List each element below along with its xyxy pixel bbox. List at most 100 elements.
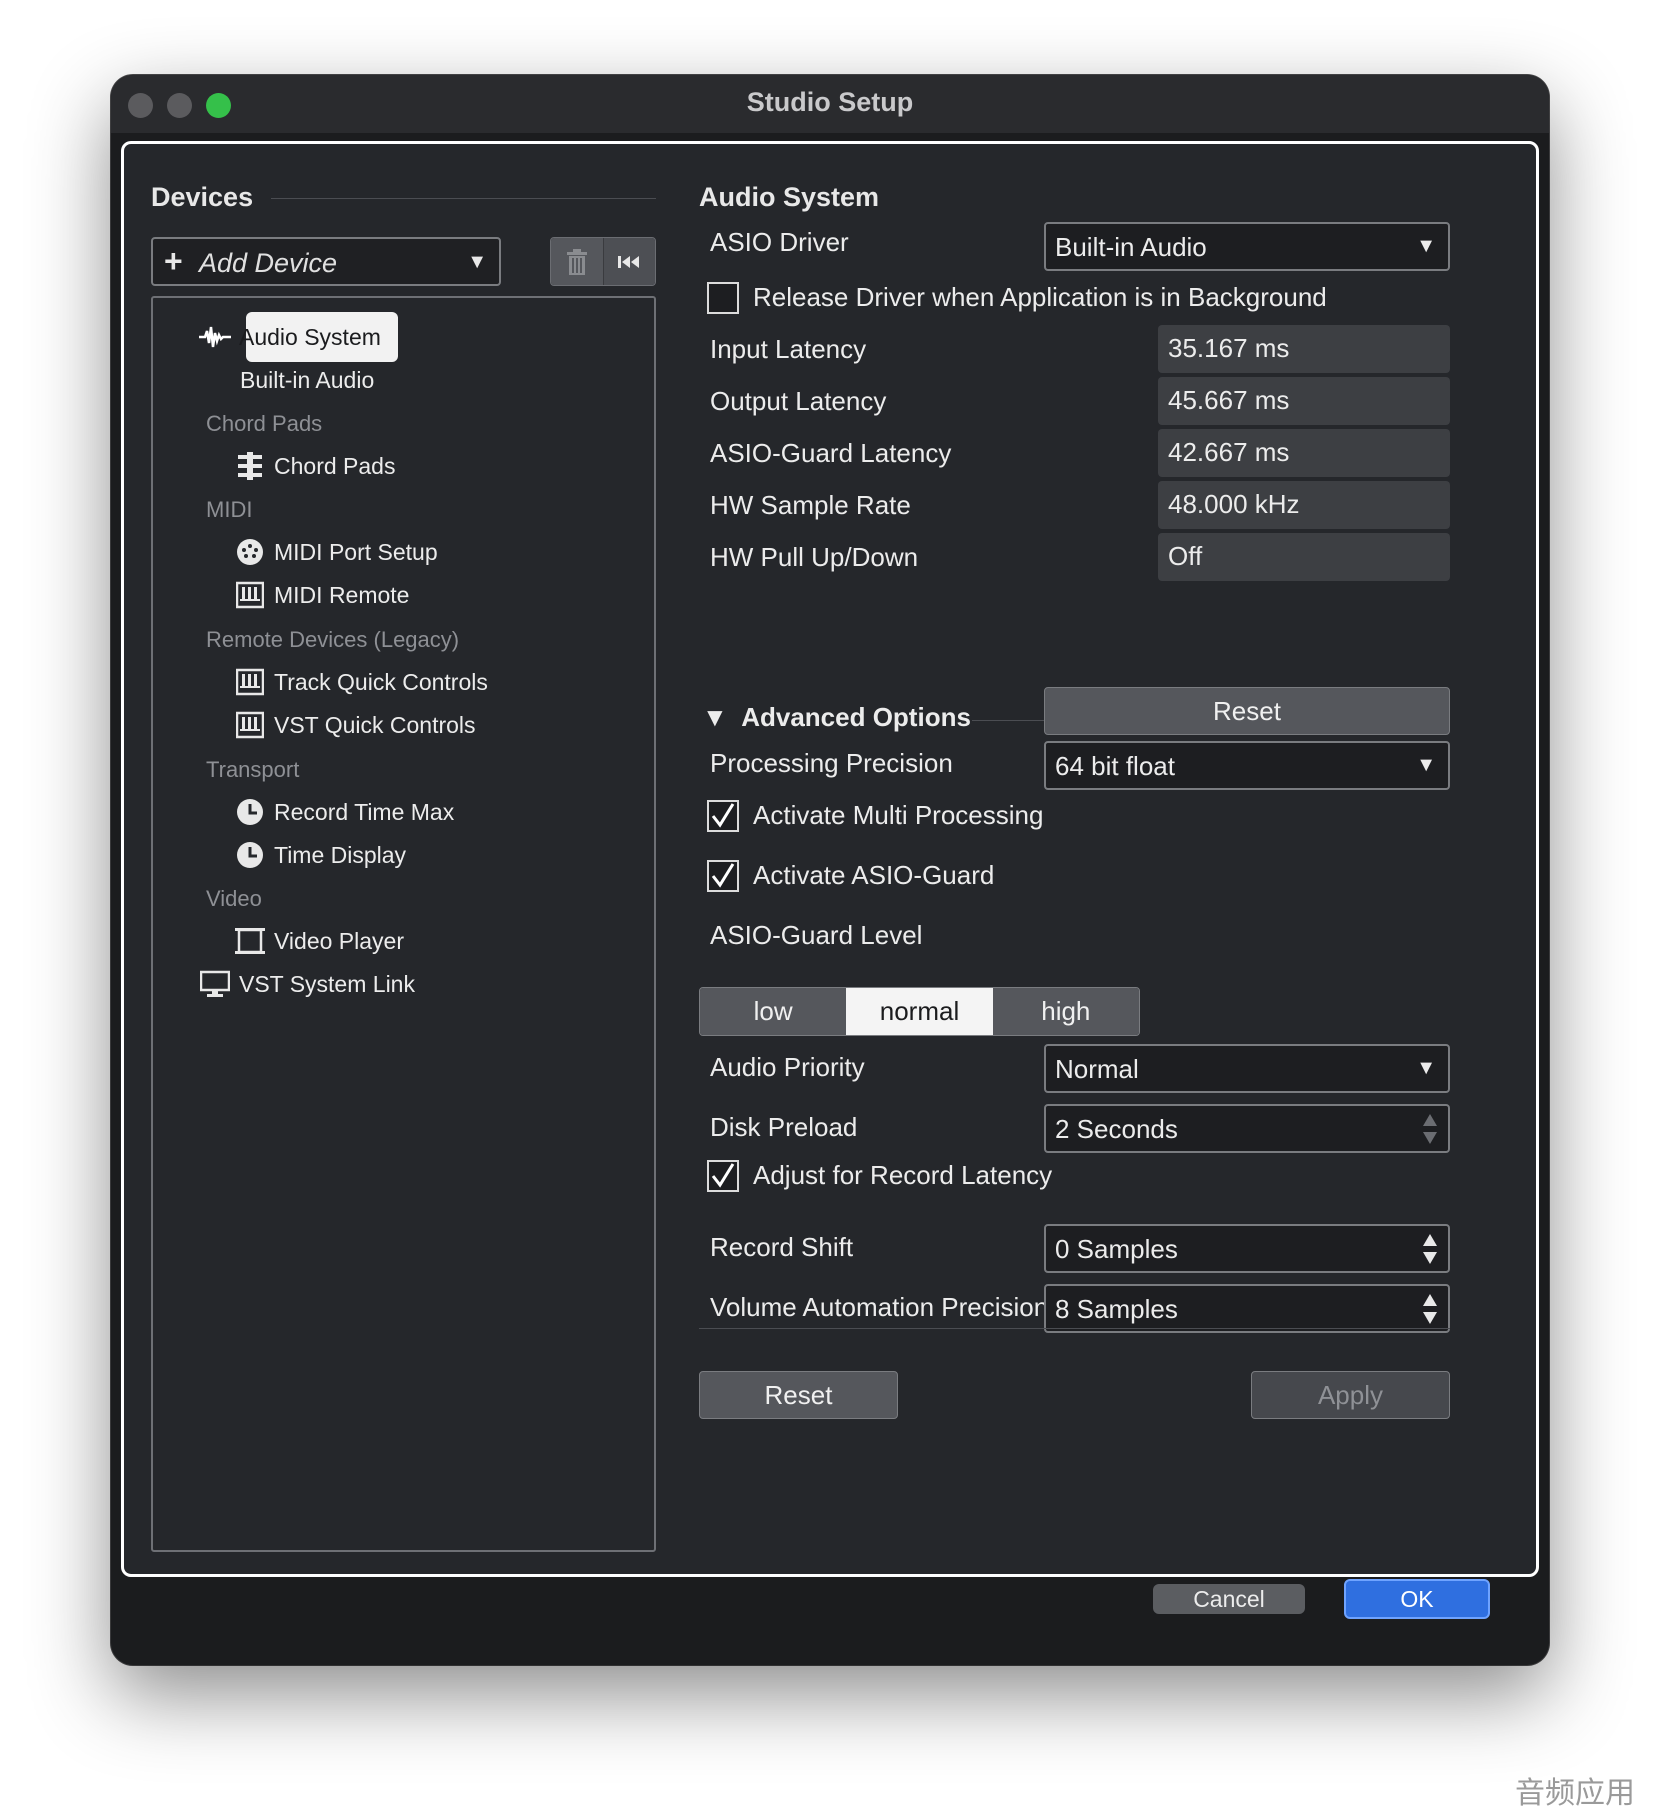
tree-group-remote-devices: Remote Devices (Legacy) — [206, 627, 460, 652]
device-tree: Audio System Built-in Audio Chord Pads C… — [151, 296, 656, 1552]
rewind-to-start-icon — [618, 255, 640, 268]
advanced-reset-button[interactable]: Reset — [1044, 687, 1450, 735]
window-title: Studio Setup — [746, 87, 914, 117]
clock-icon — [232, 838, 268, 872]
release-driver-checkbox[interactable] — [707, 282, 739, 314]
add-device-label: Add Device — [199, 248, 338, 278]
checkmark-icon — [711, 1163, 735, 1188]
processing-precision-dropdown[interactable]: 64 bit float ▼ — [1044, 741, 1450, 790]
asio-guard-label: Activate ASIO-Guard — [753, 860, 995, 890]
devices-divider — [271, 198, 656, 199]
reset-button[interactable]: Reset — [699, 1371, 898, 1419]
disk-preload-stepper[interactable]: 2 Seconds — [1044, 1104, 1450, 1153]
multi-processing-checkbox[interactable] — [707, 800, 739, 832]
asio-guard-level-normal[interactable]: normal — [846, 988, 993, 1035]
device-tool-buttons — [550, 237, 656, 286]
chevron-down-icon: ▼ — [1416, 754, 1436, 776]
tree-item-label: MIDI Remote — [274, 581, 410, 608]
hw-sample-rate-value: 48.000 kHz — [1158, 481, 1450, 529]
record-shift-stepper[interactable]: 0 Samples — [1044, 1224, 1450, 1273]
asio-guard-level-control: low normal high — [699, 987, 1140, 1036]
delete-device-button[interactable] — [551, 238, 603, 285]
audio-system-title: Audio System — [699, 182, 880, 212]
tree-item-track-quick-controls[interactable]: Track Quick Controls — [232, 662, 488, 702]
multi-processing-label: Activate Multi Processing — [753, 800, 1044, 830]
volume-automation-label: Volume Automation Precision — [710, 1292, 1049, 1322]
adjust-record-latency-checkbox[interactable] — [707, 1160, 739, 1192]
tree-item-record-time-max[interactable]: Record Time Max — [232, 792, 454, 832]
keyboard-icon — [232, 578, 268, 612]
tree-item-label: Track Quick Controls — [274, 668, 488, 695]
tree-group-transport: Transport — [206, 757, 300, 782]
watermark-text: 音频应用 — [1515, 1776, 1635, 1811]
add-device-dropdown[interactable]: + Add Device ▼ — [151, 237, 501, 286]
tree-item-label: Time Display — [274, 841, 407, 868]
reset-device-button[interactable] — [602, 238, 655, 285]
tree-group-video: Video — [206, 886, 262, 911]
output-latency-value: 45.667 ms — [1158, 377, 1450, 425]
audio-priority-value: Normal — [1055, 1054, 1139, 1084]
tree-item-label: Built-in Audio — [240, 366, 375, 393]
tree-item-label: Audio System — [239, 323, 381, 350]
hw-sample-rate-label: HW Sample Rate — [710, 490, 911, 520]
record-shift-value: 0 Samples — [1055, 1234, 1178, 1264]
disk-preload-value: 2 Seconds — [1055, 1114, 1178, 1144]
hw-pull-value: Off — [1158, 533, 1450, 581]
release-driver-label: Release Driver when Application is in Ba… — [753, 282, 1327, 312]
tree-item-time-display[interactable]: Time Display — [232, 835, 406, 875]
volume-automation-value: 8 Samples — [1055, 1294, 1178, 1324]
stepper-arrows-icon — [1423, 1234, 1437, 1264]
record-shift-label: Record Shift — [710, 1232, 854, 1262]
volume-automation-stepper[interactable]: 8 Samples — [1044, 1284, 1450, 1333]
keyboard-icon — [232, 665, 268, 699]
tree-item-label: Record Time Max — [274, 798, 455, 825]
tree-item-vst-system-link[interactable]: VST System Link — [197, 964, 415, 1004]
tree-group-chord-pads: Chord Pads — [206, 411, 323, 436]
stepper-arrows-icon — [1423, 1294, 1437, 1324]
disk-preload-label: Disk Preload — [710, 1112, 858, 1142]
asio-guard-level-high[interactable]: high — [992, 988, 1139, 1035]
audio-priority-label: Audio Priority — [710, 1052, 865, 1082]
tree-item-built-in-audio[interactable]: Built-in Audio — [240, 360, 374, 400]
studio-setup-window: Studio Setup Devices + Add Device ▼ Audi… — [111, 75, 1549, 1665]
asio-driver-label: ASIO Driver — [710, 227, 849, 257]
tree-item-video-player[interactable]: Video Player — [232, 921, 404, 961]
chevron-down-icon: ▼ — [467, 251, 487, 273]
processing-precision-label: Processing Precision — [710, 748, 953, 778]
tree-item-label: Video Player — [274, 927, 404, 954]
title-bar: Studio Setup — [111, 75, 1549, 133]
advanced-options-toggle[interactable]: ▼ Advanced Options — [702, 702, 971, 733]
film-frame-icon — [232, 924, 268, 958]
chevron-down-icon: ▼ — [1416, 1057, 1436, 1079]
bottom-divider — [699, 1328, 1450, 1329]
tree-item-audio-system[interactable]: Audio System — [197, 317, 381, 357]
tree-item-vst-quick-controls[interactable]: VST Quick Controls — [232, 705, 476, 745]
asio-guard-checkbox[interactable] — [707, 860, 739, 892]
monitor-icon — [197, 967, 233, 1001]
tree-item-midi-port-setup[interactable]: MIDI Port Setup — [232, 532, 438, 572]
tree-item-midi-remote[interactable]: MIDI Remote — [232, 575, 409, 615]
triangle-down-icon: ▼ — [702, 702, 728, 732]
asio-driver-value: Built-in Audio — [1055, 232, 1207, 262]
tree-item-label: VST System Link — [239, 970, 415, 997]
asio-guard-latency-value: 42.667 ms — [1158, 429, 1450, 477]
chord-pads-icon — [232, 449, 268, 483]
tree-item-label: Chord Pads — [274, 452, 396, 479]
tree-group-midi: MIDI — [206, 497, 253, 522]
asio-guard-level-low[interactable]: low — [700, 988, 847, 1035]
output-latency-label: Output Latency — [710, 386, 887, 416]
asio-driver-dropdown[interactable]: Built-in Audio ▼ — [1044, 222, 1450, 271]
apply-button[interactable]: Apply — [1251, 1371, 1450, 1419]
content-panel: Devices + Add Device ▼ Audio System Buil… — [121, 141, 1539, 1577]
cancel-button[interactable]: Cancel — [1153, 1584, 1305, 1614]
tree-item-label: VST Quick Controls — [274, 711, 476, 738]
clock-icon — [232, 795, 268, 829]
tree-item-chord-pads[interactable]: Chord Pads — [232, 446, 395, 486]
ok-button[interactable]: OK — [1344, 1579, 1490, 1619]
plus-icon: + — [164, 243, 183, 279]
stepper-arrows-icon — [1423, 1114, 1437, 1144]
audio-priority-dropdown[interactable]: Normal ▼ — [1044, 1044, 1450, 1093]
processing-precision-value: 64 bit float — [1055, 751, 1175, 781]
adjust-record-latency-label: Adjust for Record Latency — [753, 1160, 1053, 1190]
chevron-down-icon: ▼ — [1416, 235, 1436, 257]
